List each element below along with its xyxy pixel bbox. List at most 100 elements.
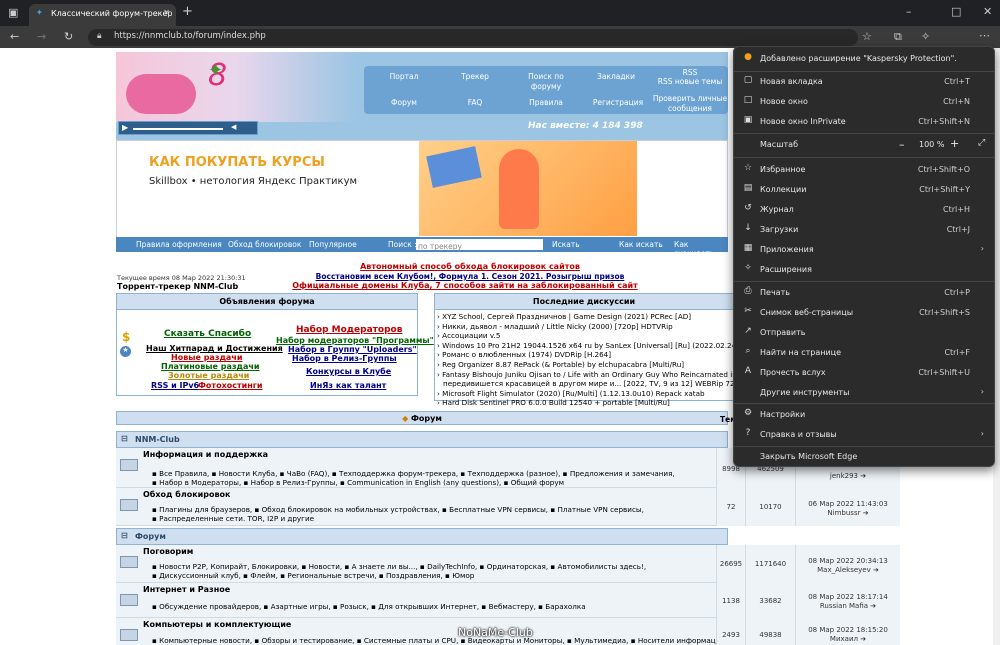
menu-find[interactable]: ⌕ Найти на странице Ctrl+F xyxy=(734,344,994,362)
last-post[interactable]: 08 Мар 2022 18:17:14 Russian Mafia ➔ xyxy=(795,583,900,618)
nav-rss-new[interactable]: RSS новые темы xyxy=(652,77,728,87)
workspaces-icon[interactable]: ▣ xyxy=(8,7,18,19)
discussion-item[interactable]: › XYZ School, Сергей Праздничнов | Game … xyxy=(437,312,731,322)
link-release-groups[interactable]: Набор в Релиз-Группы xyxy=(292,354,397,363)
link-hitparade[interactable]: Наш Хитпарад и Достижения xyxy=(146,344,283,353)
menu-inprivate[interactable]: ▣ Новое окно InPrivate Ctrl+Shift+N xyxy=(734,113,994,131)
menu-settings[interactable]: ⚙ Настройки xyxy=(734,406,994,424)
nav-register[interactable]: Регистрация xyxy=(590,98,646,108)
collapse-icon[interactable]: ⊟ xyxy=(121,531,128,540)
nav-faq[interactable]: FAQ xyxy=(450,98,500,108)
extension-notice[interactable]: ● Добавлено расширение "Kaspersky Protec… xyxy=(734,50,994,68)
menu-extensions[interactable]: ✧ Расширения xyxy=(734,261,994,279)
last-post-author[interactable]: Russian Mafia ➔ xyxy=(820,602,876,610)
nav-rules[interactable]: Правила xyxy=(520,98,572,108)
fullscreen-icon[interactable]: ⤢ xyxy=(978,138,985,148)
menu-collections[interactable]: ▤ Коллекции Ctrl+Shift+Y xyxy=(734,181,994,199)
discussion-item[interactable]: › Никки, дьявол - младший / Little Nicky… xyxy=(437,322,731,332)
player-progress[interactable] xyxy=(133,128,223,130)
menu-apps[interactable]: ▦ Приложения › xyxy=(734,241,994,259)
forum-row-computers[interactable]: Компьютеры и комплектующие ▪ Компьютерны… xyxy=(116,618,728,645)
menu-downloads[interactable]: ↓ Загрузки Ctrl+J xyxy=(734,221,994,239)
subforum-links[interactable]: ▪ Распределенные сети. TOR, I2P и другие xyxy=(152,514,314,523)
forum-title[interactable]: Обход блокировок xyxy=(143,490,230,499)
play-icon[interactable]: ▶ xyxy=(122,123,128,132)
last-post-author[interactable]: Max_Alekseyev ➔ xyxy=(817,566,879,574)
discussion-item[interactable]: передивишется красавицей в другом мире и… xyxy=(437,379,733,389)
announce-club-link[interactable]: Восстановим всем Клубом!, Формула 1. Сез… xyxy=(290,272,650,281)
browser-tab[interactable]: ✦ Классический форум-трекер :: ✕ xyxy=(29,4,176,26)
forward-icon[interactable]: → xyxy=(37,31,46,43)
zoom-in-button[interactable]: + xyxy=(950,137,959,150)
more-menu-icon[interactable]: ⋯ xyxy=(979,30,990,42)
discussion-item[interactable]: › Ассоциации v.5 xyxy=(437,331,731,341)
tab-close-icon[interactable]: ✕ xyxy=(163,8,170,17)
last-post[interactable]: 08 Мар 2022 18:15:20 Михаил ➔ xyxy=(795,618,900,645)
new-tab-icon[interactable]: + xyxy=(182,5,193,18)
extensions-icon[interactable]: ✧ xyxy=(921,31,930,43)
minimize-icon[interactable]: – xyxy=(906,6,912,18)
subforum-links[interactable]: ▪ Набор в Модераторы, ▪ Набор в Релиз-Гр… xyxy=(152,478,564,487)
menu-share[interactable]: ↗ Отправить xyxy=(734,324,994,342)
menu-new-window[interactable]: □ Новое окно Ctrl+N xyxy=(734,93,994,111)
forum-row-talk[interactable]: Поговорим ▪ Новости P2P, Копирайт, Блоки… xyxy=(116,545,728,583)
how-search-link[interactable]: Как искать xyxy=(619,240,663,249)
discussion-item[interactable]: › Microsoft Flight Simulator (2020) [Ru/… xyxy=(437,389,731,399)
refresh-icon[interactable]: ↻ xyxy=(64,31,73,43)
favorites-star-icon[interactable]: ☆ xyxy=(862,31,872,43)
menu-print[interactable]: ⎙ Печать Ctrl+P xyxy=(734,284,994,302)
last-post-author[interactable]: Nimbussr ➔ xyxy=(827,509,868,517)
how-download-link[interactable]: Как скачивать xyxy=(674,240,728,258)
section-forum[interactable]: ⊟ Форум xyxy=(116,528,728,545)
last-post-author[interactable]: Михаил ➔ xyxy=(830,635,866,643)
nav-check-messages[interactable]: Проверить личные сообщения xyxy=(652,94,728,114)
announce-domains-link[interactable]: Официальные домены Клуба, 7 способов зай… xyxy=(270,281,660,290)
last-post[interactable]: 08 Мар 2022 20:34:13 Max_Alekseyev ➔ xyxy=(795,545,900,583)
search-button[interactable]: Искать xyxy=(552,240,580,249)
forum-title[interactable]: Поговорим xyxy=(143,547,193,556)
subnav-rules[interactable]: Правила оформления xyxy=(136,240,222,249)
forum-row-internet[interactable]: Интернет и Разное ▪ Обсуждение провайдер… xyxy=(116,583,728,618)
forum-row-info[interactable]: Информация и поддержка ▪ Все Правила, ▪ … xyxy=(116,448,728,488)
subforum-links[interactable]: ▪ Все Правила, ▪ Новости Клуба, ▪ ЧаВо (… xyxy=(152,469,675,478)
link-gold[interactable]: Золотые раздачи xyxy=(168,371,249,380)
forum-title[interactable]: Компьютеры и комплектующие xyxy=(143,620,291,629)
announce-bypass-link[interactable]: Автономный способ обхода блокировок сайт… xyxy=(330,262,610,271)
subnav-popular[interactable]: Популярное xyxy=(309,240,357,249)
link-platinum[interactable]: Платиновые раздачи xyxy=(161,362,259,371)
nav-portal[interactable]: Портал xyxy=(382,72,426,82)
menu-more-tools[interactable]: Другие инструменты › xyxy=(734,384,994,402)
forum-row-bypass[interactable]: Обход блокировок ▪ Плагины для браузеров… xyxy=(116,488,728,526)
nav-forum-search[interactable]: Поиск по форуму xyxy=(512,72,580,92)
zoom-out-button[interactable]: – xyxy=(899,138,905,151)
menu-read-aloud[interactable]: A Прочесть вслух Ctrl+Shift+U xyxy=(734,364,994,382)
tracker-search-input[interactable]: по трекеру xyxy=(416,239,543,251)
nav-forum[interactable]: Форум xyxy=(382,98,426,108)
menu-screenshot[interactable]: ✂ Снимок веб-страницы Ctrl+Shift+S xyxy=(734,304,994,322)
menu-favorites[interactable]: ☆ Избранное Ctrl+Shift+O xyxy=(734,161,994,179)
address-bar[interactable]: 🔒︎ https://nnmclub.to/forum/index.php xyxy=(88,29,858,46)
link-rss-ipv6[interactable]: RSS и IPv6 xyxy=(151,381,199,390)
link-inyaz[interactable]: ИнЯз как талант xyxy=(310,381,386,390)
volume-icon[interactable]: ◀ xyxy=(231,123,236,131)
subforum-links[interactable]: ▪ Компьютерные новости, ▪ Обзоры и тести… xyxy=(152,636,727,645)
ad-banner[interactable]: КАК ПОКУПАТЬ КУРСЫ Skillbox • нетология … xyxy=(116,140,728,238)
menu-new-tab[interactable]: ▢ Новая вкладка Ctrl+T xyxy=(734,73,994,91)
link-photohosting[interactable]: Фотохостинги xyxy=(198,381,263,390)
back-icon[interactable]: ← xyxy=(10,31,19,43)
link-moderators-programs[interactable]: Набор модераторов "Программы" xyxy=(276,336,434,345)
last-post[interactable]: 06 Мар 2022 11:43:03 Nimbussr ➔ xyxy=(795,488,900,526)
nav-bookmarks[interactable]: Закладки xyxy=(590,72,642,82)
menu-history[interactable]: ↺ Журнал Ctrl+H xyxy=(734,201,994,219)
nav-tracker[interactable]: Трекер xyxy=(450,72,500,82)
link-uploaders[interactable]: Набор в Группу "Uploaders" xyxy=(288,345,417,354)
discussion-item[interactable]: › Windows 10 Pro 21H2 19044.1526 x64 ru … xyxy=(437,341,733,351)
subforum-links[interactable]: ▪ Обсуждение провайдеров, ▪ Азартные игр… xyxy=(152,602,586,611)
menu-close-edge[interactable]: Закрыть Microsoft Edge xyxy=(734,448,994,466)
link-say-thanks[interactable]: Сказать Спасибо xyxy=(164,329,251,339)
maximize-icon[interactable]: □ xyxy=(951,6,961,18)
subforum-links[interactable]: ▪ Новости P2P, Копирайт, Блокировки, ▪ Н… xyxy=(152,562,646,571)
discussion-item[interactable]: › Reg Organizer 8.87 RePack (& Portable)… xyxy=(437,360,731,370)
link-new-releases[interactable]: Новые раздачи xyxy=(171,353,242,362)
discussion-item[interactable]: › Fantasy Bishoujo Juniku Ojisan to / Li… xyxy=(437,370,733,380)
